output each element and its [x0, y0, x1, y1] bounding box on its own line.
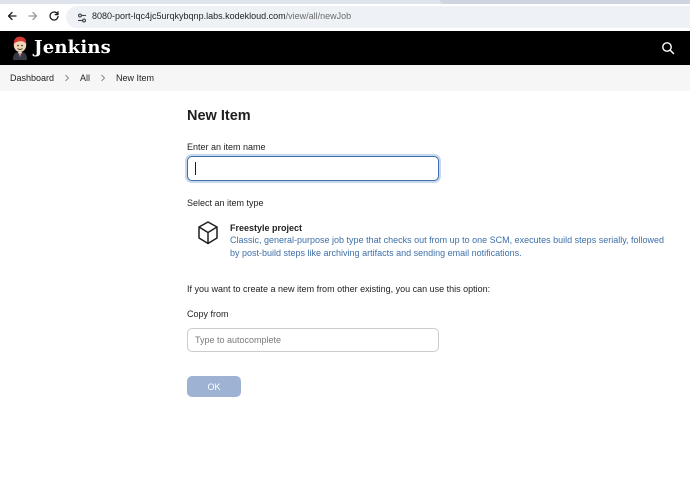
text-cursor [195, 162, 196, 175]
item-name-input[interactable] [187, 156, 439, 181]
chevron-right-icon [100, 74, 106, 82]
page-title: New Item [187, 108, 251, 124]
item-type-freestyle-project[interactable]: Freestyle project Classic, general-purpo… [187, 215, 677, 261]
breadcrumb: Dashboard All New Item [10, 72, 154, 84]
chevron-right-icon [64, 74, 70, 82]
breadcrumb-bar: Dashboard All New Item [0, 65, 690, 91]
browser-tab-strip [0, 0, 690, 4]
jenkins-header: Jenkins [0, 31, 690, 65]
browser-toolbar: 8080-port-lqc4jc5urqkybqnp.labs.kodeklou… [0, 0, 690, 32]
site-settings-icon[interactable] [76, 11, 88, 23]
browser-tab[interactable] [440, 0, 690, 4]
item-type-description: Classic, general-purpose job type that c… [230, 235, 665, 258]
search-icon[interactable] [661, 41, 675, 55]
copy-from-hint: If you want to create a new item from ot… [187, 284, 491, 294]
ok-button[interactable]: OK [187, 376, 241, 397]
freestyle-project-icon [197, 220, 219, 246]
url-path: /view/all/newJob [285, 11, 352, 21]
breadcrumb-all[interactable]: All [80, 72, 90, 84]
breadcrumb-new-item[interactable]: New Item [116, 72, 154, 84]
url-host: 8080-port-lqc4jc5urqkybqnp.labs.kodeklou… [92, 11, 286, 21]
jenkins-logo-icon[interactable] [10, 35, 30, 61]
breadcrumb-dashboard[interactable]: Dashboard [10, 72, 54, 84]
forward-icon[interactable] [26, 9, 40, 23]
copy-from-input[interactable] [187, 328, 439, 352]
back-icon[interactable] [5, 9, 19, 23]
item-name-label: Enter an item name [187, 142, 266, 152]
reload-icon[interactable] [47, 9, 61, 23]
copy-from-label: Copy from [187, 309, 229, 319]
item-type-label: Select an item type [187, 198, 264, 208]
url-text: 8080-port-lqc4jc5urqkybqnp.labs.kodeklou… [92, 10, 351, 23]
item-type-title: Freestyle project [230, 223, 303, 233]
address-bar[interactable]: 8080-port-lqc4jc5urqkybqnp.labs.kodeklou… [66, 6, 690, 28]
jenkins-brand[interactable]: Jenkins [34, 36, 111, 60]
